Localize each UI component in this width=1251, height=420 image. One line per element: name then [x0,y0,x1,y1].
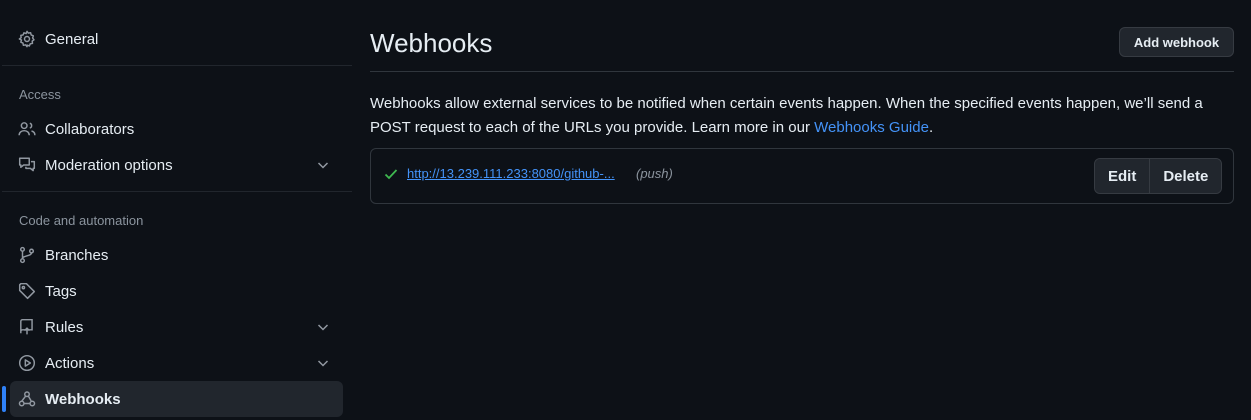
sidebar-item-tags[interactable]: Tags [10,273,343,309]
gear-icon [18,30,36,48]
sidebar-item-label: Tags [45,282,77,300]
sidebar-item-label: Rules [45,318,84,336]
sidebar-item-rules[interactable]: Rules [10,309,343,345]
play-icon [18,354,36,372]
webhooks-description: Webhooks allow external services to be n… [370,92,1234,140]
people-icon [18,120,36,138]
add-webhook-button[interactable]: Add webhook [1119,27,1234,57]
comment-discussion-icon [18,156,36,174]
check-icon [384,169,398,180]
webhook-url-link[interactable]: http://13.239.111.233:8080/github-... [407,166,615,181]
active-indicator [2,386,6,412]
settings-sidebar: General Access Collaborators Moderation … [0,0,352,420]
chevron-down-icon[interactable] [315,355,331,371]
webhook-events: (push) [636,166,673,181]
chevron-down-icon[interactable] [315,157,331,173]
sidebar-item-label: General [45,30,99,48]
description-text: Webhooks allow external services to be n… [370,95,1203,136]
webhook-icon [18,390,36,408]
sidebar-item-webhooks[interactable]: Webhooks [10,381,343,417]
sidebar-item-branches[interactable]: Branches [10,237,343,273]
repo-push-icon [18,318,36,336]
git-branch-icon [18,246,36,264]
sidebar-item-label: Moderation options [45,156,173,174]
section-heading-access: Access [19,87,61,102]
tag-icon [18,282,36,300]
header-divider [370,71,1234,72]
webhook-list-item: http://13.239.111.233:8080/github-... (p… [370,148,1234,204]
webhooks-guide-link[interactable]: Webhooks Guide [814,119,929,136]
sidebar-item-general[interactable]: General [10,21,343,57]
sidebar-item-moderation-options[interactable]: Moderation options [10,147,343,183]
sidebar-item-actions[interactable]: Actions [10,345,343,381]
sidebar-item-label: Webhooks [45,390,121,408]
sidebar-item-collaborators[interactable]: Collaborators [10,111,343,147]
webhook-actions: Edit Delete [1094,158,1223,194]
sidebar-item-label: Collaborators [45,120,135,138]
sidebar-item-label: Branches [45,246,109,264]
edit-button[interactable]: Edit [1095,159,1151,193]
delete-button[interactable]: Delete [1150,159,1222,193]
page-title: Webhooks [370,28,493,58]
sidebar-item-label: Actions [45,354,95,372]
sidebar-divider [2,191,352,192]
sidebar-divider [2,65,352,66]
chevron-down-icon[interactable] [315,319,331,335]
section-heading-code-automation: Code and automation [19,213,144,228]
description-suffix: . [928,119,934,136]
